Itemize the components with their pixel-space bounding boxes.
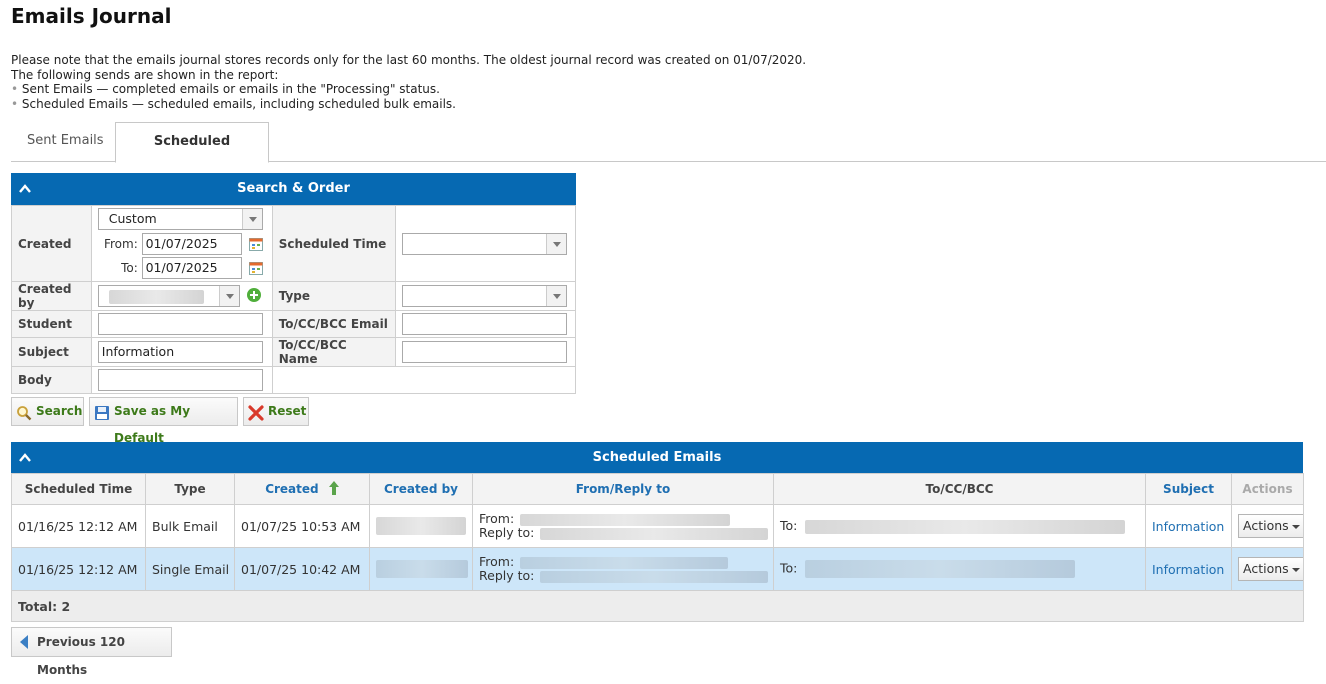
student-input[interactable] bbox=[97, 313, 263, 335]
search-panel-title: Search & Order bbox=[237, 181, 350, 196]
table-header-row: Scheduled Time Type Created Created by F… bbox=[11, 473, 1304, 505]
email-input[interactable] bbox=[402, 313, 567, 335]
redacted-value bbox=[520, 513, 731, 526]
journal-notes: Please note that the emails journal stor… bbox=[11, 53, 806, 111]
search-panel-header: Search & Order bbox=[11, 173, 576, 205]
reset-button[interactable]: Reset bbox=[243, 397, 309, 426]
type-select[interactable] bbox=[402, 285, 567, 307]
magnifier-icon bbox=[16, 404, 32, 421]
table-total-row: Total: 2 bbox=[11, 590, 1304, 622]
to-label: To: bbox=[121, 260, 138, 275]
type-label: Type bbox=[271, 281, 397, 311]
results-panel-title: Scheduled Emails bbox=[592, 450, 722, 465]
redacted-value bbox=[540, 527, 769, 540]
save-default-button[interactable]: Save as My Default bbox=[89, 397, 238, 445]
col-to-cc-bcc: To/CC/BCC bbox=[773, 473, 1146, 505]
col-subject[interactable]: Subject bbox=[1145, 473, 1232, 505]
cell-from-reply-to: From: Reply to: bbox=[472, 504, 774, 548]
cell-created: 01/07/25 10:42 AM bbox=[234, 547, 370, 591]
calendar-icon[interactable] bbox=[249, 261, 264, 275]
table-row[interactable]: 01/16/25 12:12 AM Bulk Email 01/07/25 10… bbox=[11, 504, 1304, 548]
chevron-down-icon bbox=[1291, 524, 1300, 529]
cell-from-reply-to: From: Reply to: bbox=[472, 547, 774, 591]
body-label: Body bbox=[11, 366, 92, 394]
floppy-disk-icon bbox=[94, 404, 110, 420]
tab-sent-emails[interactable]: Sent Emails bbox=[11, 122, 120, 162]
redacted-value bbox=[108, 289, 204, 304]
add-icon[interactable] bbox=[246, 287, 262, 306]
note-bullet-sent: • Sent Emails — completed emails or emai… bbox=[11, 82, 440, 96]
previous-months-button[interactable]: Previous 120 Months bbox=[11, 627, 172, 677]
tab-bar: Sent Emails Scheduled Emails bbox=[11, 122, 1326, 187]
cell-subject-link[interactable]: Information bbox=[1145, 547, 1232, 591]
to-date-input[interactable]: 01/07/2025 bbox=[141, 257, 242, 279]
name-input[interactable] bbox=[402, 341, 567, 363]
redacted-value bbox=[376, 517, 466, 535]
cell-type: Single Email bbox=[145, 547, 235, 591]
note-sends-intro: The following sends are shown in the rep… bbox=[11, 67, 279, 82]
table-row[interactable]: 01/16/25 12:12 AM Single Email 01/07/25 … bbox=[11, 547, 1304, 591]
redacted-value bbox=[376, 560, 468, 578]
bullet-icon: • bbox=[11, 82, 19, 96]
redacted-value bbox=[805, 519, 1126, 534]
name-label: To/CC/BCC Name bbox=[271, 337, 397, 367]
subject-input[interactable]: Information bbox=[97, 341, 263, 363]
cell-to-cc-bcc: To: bbox=[773, 504, 1146, 548]
collapse-icon[interactable] bbox=[19, 442, 31, 474]
body-input[interactable] bbox=[97, 369, 263, 391]
results-panel-header: Scheduled Emails bbox=[11, 442, 1303, 473]
chevron-left-icon bbox=[20, 635, 28, 649]
note-bullet-scheduled: • Scheduled Emails — scheduled emails, i… bbox=[11, 96, 456, 111]
redacted-value bbox=[805, 560, 1076, 578]
bullet-icon: • bbox=[11, 96, 19, 111]
created-by-select[interactable] bbox=[97, 285, 240, 307]
created-by-label: Created by bbox=[11, 281, 92, 311]
email-label: To/CC/BCC Email bbox=[271, 310, 397, 338]
search-form: Created Custom From: 01/07/2025 To: 01/0… bbox=[11, 205, 577, 394]
search-button[interactable]: Search bbox=[11, 397, 84, 426]
redacted-value bbox=[540, 570, 769, 583]
from-date-input[interactable]: 01/07/2025 bbox=[141, 233, 242, 255]
collapse-icon[interactable] bbox=[19, 173, 31, 205]
cell-created-by bbox=[369, 504, 473, 548]
created-label: Created bbox=[11, 205, 92, 282]
sort-ascending-icon bbox=[328, 480, 339, 498]
cell-type: Bulk Email bbox=[145, 504, 235, 548]
student-label: Student bbox=[11, 310, 92, 338]
from-label: From: bbox=[103, 236, 138, 251]
redacted-value bbox=[520, 556, 729, 569]
close-icon bbox=[248, 404, 264, 421]
tab-scheduled-emails[interactable]: Scheduled Emails bbox=[115, 122, 269, 187]
cell-scheduled-time: 01/16/25 12:12 AM bbox=[11, 547, 146, 591]
scheduled-time-label: Scheduled Time bbox=[271, 205, 397, 282]
col-created[interactable]: Created bbox=[234, 473, 370, 505]
col-type: Type bbox=[145, 473, 235, 505]
col-from-reply-to[interactable]: From/Reply to bbox=[472, 473, 774, 505]
col-created-by[interactable]: Created by bbox=[369, 473, 473, 505]
actions-dropdown-button[interactable]: Actions bbox=[1238, 514, 1303, 538]
cell-to-cc-bcc: To: bbox=[773, 547, 1146, 591]
cell-created: 01/07/25 10:53 AM bbox=[234, 504, 370, 548]
cell-subject-link[interactable]: Information bbox=[1145, 504, 1232, 548]
page-title: Emails Journal bbox=[11, 4, 172, 28]
note-retention: Please note that the emails journal stor… bbox=[11, 53, 807, 67]
total-count: Total: 2 bbox=[11, 590, 1304, 622]
subject-label: Subject bbox=[11, 337, 92, 367]
cell-scheduled-time: 01/16/25 12:12 AM bbox=[11, 504, 146, 548]
chevron-down-icon bbox=[1291, 567, 1300, 572]
scheduled-emails-table: Scheduled Time Type Created Created by F… bbox=[11, 473, 1304, 622]
cell-created-by bbox=[369, 547, 473, 591]
created-range-select[interactable]: Custom bbox=[97, 208, 263, 230]
scheduled-time-select[interactable] bbox=[402, 232, 567, 255]
col-scheduled-time: Scheduled Time bbox=[11, 473, 146, 505]
actions-dropdown-button[interactable]: Actions bbox=[1238, 557, 1303, 581]
col-actions: Actions bbox=[1231, 473, 1304, 505]
calendar-icon[interactable] bbox=[249, 237, 264, 251]
